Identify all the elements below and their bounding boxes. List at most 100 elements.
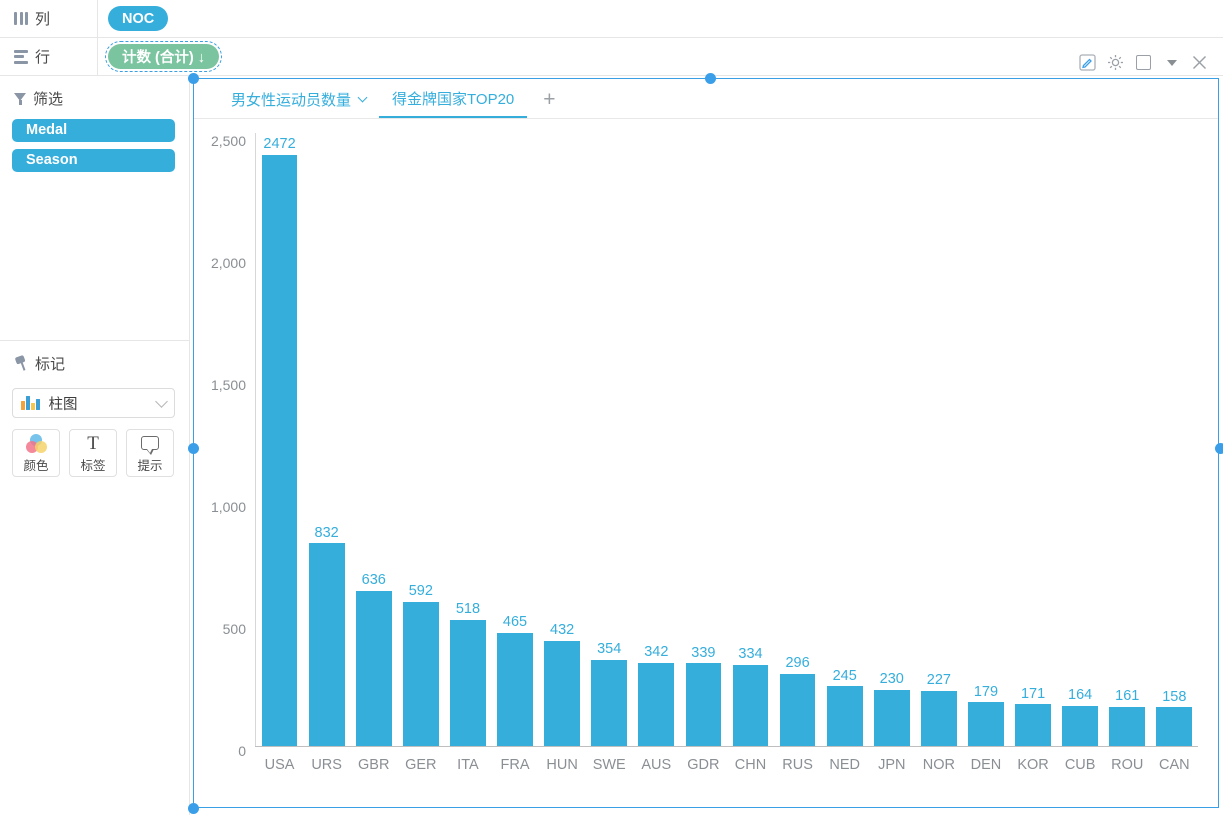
bar-column[interactable]: 296 [774,137,821,746]
bar[interactable] [450,619,486,746]
bar-column[interactable]: 518 [444,137,491,746]
mark-type-select[interactable]: 柱图 [12,388,175,418]
pill-noc[interactable]: NOC [108,6,169,31]
bar-value-label: 158 [1162,688,1187,705]
rows-shelf-drop[interactable]: 计数 (合计) ↓ [98,38,1223,76]
x-axis-tick-label: KOR [1017,757,1049,773]
bar-column[interactable]: 171 [1010,137,1057,746]
bar-column[interactable]: 164 [1057,137,1104,746]
x-axis-line [255,746,1198,747]
bar[interactable] [685,663,722,746]
x-axis-tick-label: ITA [457,757,479,773]
bar[interactable] [1015,704,1051,746]
bar-column[interactable]: 432 [539,137,586,746]
bar-column[interactable]: 354 [586,137,633,746]
bar-column[interactable]: 832 [303,137,350,746]
columns-shelf-drop[interactable]: NOC [98,0,1223,38]
bar-column[interactable]: 245 [821,137,868,746]
tab-gold-medal-top20[interactable]: 得金牌国家TOP20 [379,80,528,118]
resize-handle-top-center[interactable] [705,73,716,84]
resize-handle-bottom-left[interactable] [188,803,199,814]
x-axis-tick-label: GDR [687,757,720,773]
x-axis-tick-label: SWE [592,757,626,773]
bar-column[interactable]: 334 [727,137,774,746]
resize-handle-mid-left[interactable] [188,443,199,454]
add-tab-button[interactable]: + [527,89,571,110]
bar[interactable] [873,689,910,746]
mark-button-color[interactable]: 颜色 [12,429,60,477]
bar-column[interactable]: 2472 [256,137,303,746]
tab-label: 得金牌国家TOP20 [392,90,515,108]
resize-handle-mid-right[interactable] [1215,443,1223,454]
funnel-icon [14,92,27,105]
x-axis-tick-label: GER [405,757,437,773]
x-axis-tick-label: USA [264,757,295,773]
x-axis-tick-label: AUS [641,757,672,773]
color-circles-icon [25,432,47,454]
bar-series: 2472 832 636 592 518 465 432 354 342 339 334 296 245… [256,137,1198,746]
edit-icon[interactable] [1078,53,1097,72]
x-axis-tick-label: NOR [922,757,955,773]
bar[interactable] [1062,705,1099,746]
filter-item-medal[interactable]: Medal [12,119,175,142]
bar[interactable] [308,543,345,746]
x-axis-tick-label: JPN [878,757,906,773]
bar[interactable] [1156,707,1193,746]
caret-down-icon[interactable] [1162,53,1181,72]
bar-column[interactable]: 339 [680,137,727,746]
filters-panel-header: 筛选 [0,76,189,119]
bar[interactable] [968,702,1004,746]
tab-label: 男女性运动员数量 [231,91,352,109]
bar[interactable] [544,640,580,746]
filter-item-season[interactable]: Season [12,149,175,172]
y-axis-tick: 500 [222,621,246,637]
x-axis-tick-label: NED [829,757,860,773]
bar-column[interactable]: 465 [491,137,538,746]
view-toolbar [1074,50,1213,75]
bar-value-label: 245 [832,667,857,684]
square-icon[interactable] [1134,53,1153,72]
columns-shelf-label: 列 [0,0,98,38]
x-axis-tick-label: HUN [546,757,578,773]
bar[interactable] [497,632,533,746]
tab-athlete-gender-count[interactable]: 男女性运动员数量 [218,80,379,118]
bar-column[interactable]: 636 [350,137,397,746]
bar-column[interactable]: 230 [868,137,915,746]
y-axis: 0 500 1,000 1,500 2,000 2,500 [194,133,256,759]
close-icon[interactable] [1190,53,1209,72]
rows-shelf[interactable]: 行 计数 (合计) ↓ [0,37,1223,76]
mark-button-color-label: 颜色 [23,459,49,473]
bar[interactable] [402,601,439,746]
bar[interactable] [920,690,957,746]
bar-value-label: 334 [738,646,763,663]
bar-column[interactable]: 161 [1104,137,1151,746]
mark-button-label[interactable]: T 标签 [69,429,117,477]
bar-column[interactable]: 179 [962,137,1009,746]
x-axis-tick-label: CUB [1064,757,1096,773]
rows-shelf-label: 行 [0,37,98,76]
pill-count-sum[interactable]: 计数 (合计) ↓ [105,41,222,72]
bar-value-label: 432 [550,622,575,639]
bar[interactable] [355,590,392,746]
bar-column[interactable]: 342 [633,137,680,746]
bar-column[interactable]: 592 [397,137,444,746]
bar-value-label: 2472 [263,136,296,152]
resize-handle-top-left[interactable] [188,73,199,84]
bar[interactable] [732,664,769,746]
mark-button-label-label: 标签 [80,459,106,473]
bar[interactable] [826,686,863,746]
gear-icon[interactable] [1106,53,1125,72]
rows-shelf-text: 行 [35,49,51,66]
mark-button-tooltip[interactable]: 提示 [126,429,174,477]
bar[interactable] [638,662,675,746]
bar[interactable] [1109,706,1146,746]
chevron-down-icon[interactable] [357,92,368,102]
bar[interactable] [591,659,628,746]
bar[interactable] [779,673,816,746]
bar-value-label: 518 [455,601,481,618]
bar[interactable] [261,154,298,746]
pin-icon [12,354,31,373]
columns-shelf[interactable]: 列 NOC [0,0,1223,38]
bar-column[interactable]: 158 [1151,137,1198,746]
bar-column[interactable]: 227 [915,137,962,746]
